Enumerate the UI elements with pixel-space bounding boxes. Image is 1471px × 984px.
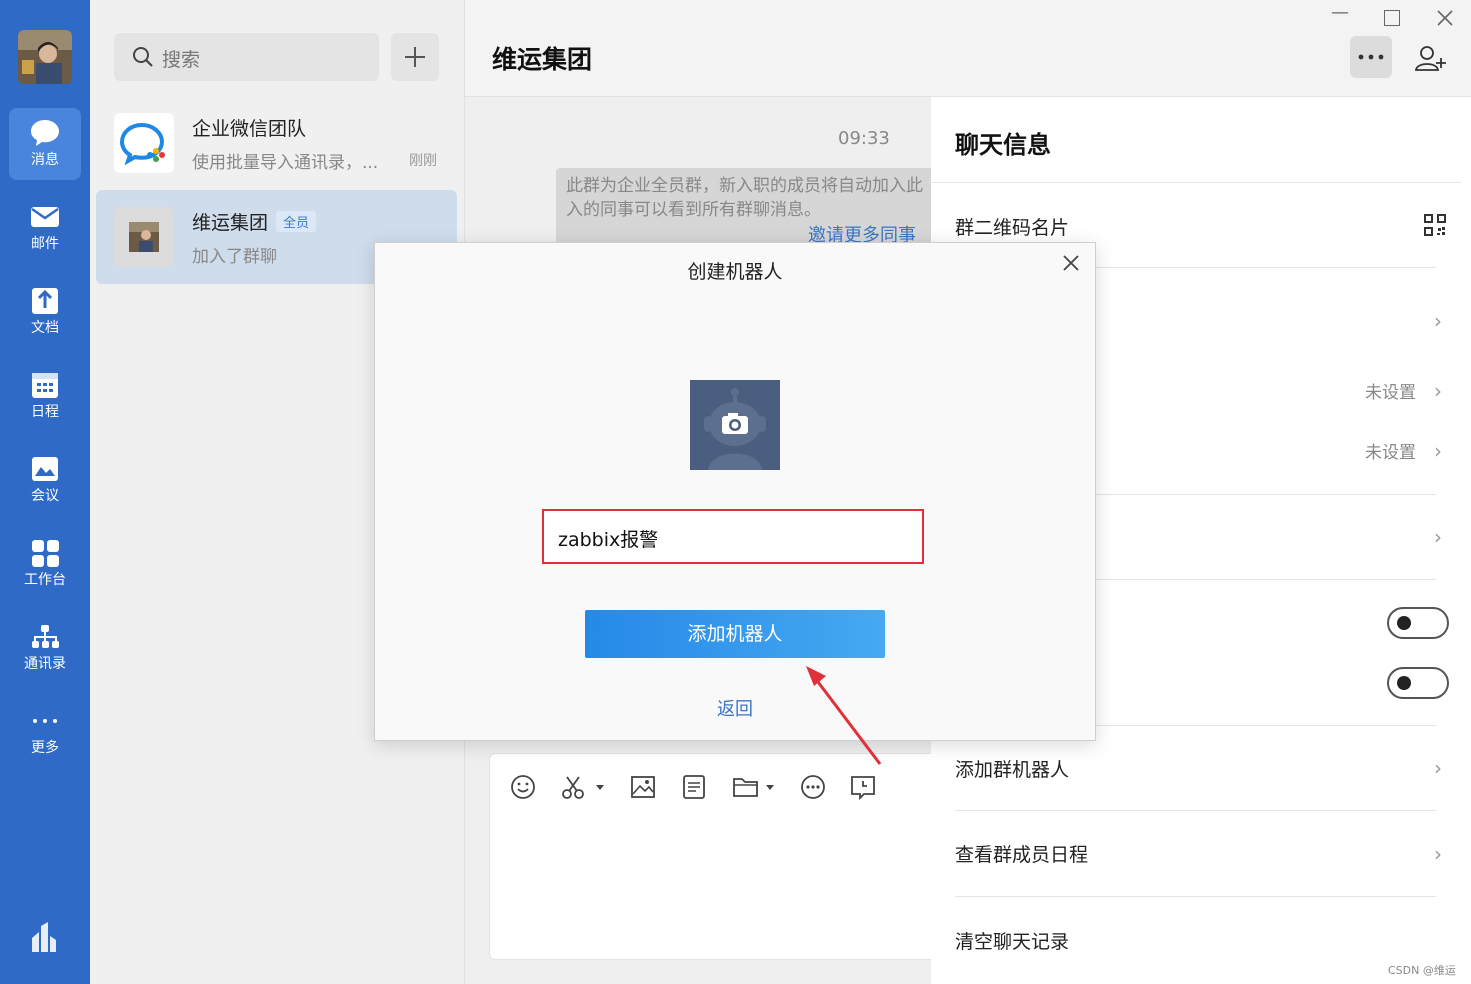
conversation-preview: 使用批量导入通讯录，... xyxy=(192,153,379,173)
toggle-switch-1[interactable] xyxy=(1387,607,1449,639)
conversation-time: 刚刚 xyxy=(409,153,437,169)
back-link-text[interactable]: 返回 xyxy=(717,699,753,720)
toggle-switch-2[interactable] xyxy=(1387,667,1449,699)
calendar-icon xyxy=(32,373,58,398)
nav-label: 消息 xyxy=(31,152,59,168)
document-icon xyxy=(32,288,58,314)
search-placeholder: 搜索 xyxy=(162,49,201,71)
view-member-schedule-item[interactable]: 查看群成员日程 xyxy=(955,840,1088,867)
chat-title: 维运集团 xyxy=(492,45,593,74)
nav-label: 日程 xyxy=(31,404,59,420)
robot-avatar-upload[interactable] xyxy=(690,380,780,470)
stats-icon[interactable] xyxy=(30,922,58,958)
message-composer[interactable] xyxy=(489,753,961,960)
nav-more[interactable]: 更多 xyxy=(9,696,81,768)
more-tools-icon[interactable] xyxy=(800,774,826,800)
chevron-right-icon[interactable]: › xyxy=(1434,309,1442,333)
divider xyxy=(931,182,1461,183)
nav-label: 通讯录 xyxy=(24,656,66,672)
emoji-icon[interactable] xyxy=(510,774,536,800)
qr-code-icon[interactable] xyxy=(1423,213,1447,237)
nav-meetings[interactable]: 会议 xyxy=(9,444,81,516)
close-icon[interactable] xyxy=(1063,255,1079,271)
more-dots-icon xyxy=(1358,54,1384,60)
back-link: 返回 xyxy=(375,695,1095,721)
conversation-preview: 加入了群聊 xyxy=(192,247,277,267)
divider xyxy=(955,896,1436,897)
more-dots-icon xyxy=(33,719,57,723)
group-qr-label[interactable]: 群二维码名片 xyxy=(955,213,1069,240)
search-icon xyxy=(133,47,153,67)
robot-camera-icon xyxy=(690,380,780,470)
chat-header: 维运集团 — xyxy=(465,0,1471,97)
nav-messages[interactable]: 消息 xyxy=(9,108,81,180)
add-member-icon[interactable] xyxy=(1414,44,1448,72)
clear-chat-history-item[interactable]: 清空聊天记录 xyxy=(955,927,1069,954)
info-panel-title: 聊天信息 xyxy=(955,131,1051,159)
unset-value-2: 未设置 xyxy=(1365,443,1416,463)
nav-docs[interactable]: 文档 xyxy=(9,276,81,348)
system-message-line1: 此群为企业全员群，新入职的成员将自动加入此 xyxy=(566,176,923,196)
message-timestamp: 09:33 xyxy=(838,128,890,149)
grid-icon xyxy=(32,540,59,567)
add-robot-button[interactable]: 添加机器人 xyxy=(585,610,885,658)
note-icon[interactable] xyxy=(681,774,707,800)
divider xyxy=(955,810,1436,811)
add-button[interactable] xyxy=(391,33,439,81)
system-message-line2: 入的同事可以看到所有群聊消息。 xyxy=(566,200,821,220)
conversation-name: 维运集团 xyxy=(192,212,269,234)
create-robot-dialog: 创建机器人 zabbix报警 添加机器人 返回 xyxy=(374,242,1096,741)
nav-label: 文档 xyxy=(31,320,59,336)
screenshot-scissors-icon[interactable] xyxy=(560,774,606,800)
nav-label: 更多 xyxy=(31,740,59,756)
schedule-message-icon[interactable] xyxy=(850,774,876,800)
nav-contacts[interactable]: 通讯录 xyxy=(9,612,81,684)
robot-name-input[interactable]: zabbix报警 xyxy=(542,509,924,564)
group-avatar xyxy=(114,207,174,267)
close-window-icon[interactable] xyxy=(1437,10,1453,26)
nav-label: 会议 xyxy=(31,488,59,504)
maximize-icon[interactable] xyxy=(1384,10,1400,26)
chevron-right-icon[interactable]: › xyxy=(1434,439,1442,463)
nav-label: 工作台 xyxy=(24,572,66,588)
meeting-icon xyxy=(32,457,58,481)
robot-name-value: zabbix报警 xyxy=(558,529,659,551)
nav-label: 邮件 xyxy=(31,236,59,252)
user-avatar[interactable] xyxy=(18,30,72,84)
add-group-robot-item[interactable]: 添加群机器人 xyxy=(955,755,1069,782)
chevron-right-icon[interactable]: › xyxy=(1434,525,1442,549)
chevron-right-icon[interactable]: › xyxy=(1434,379,1442,403)
nav-sidebar: 消息 邮件 文档 日程 会议 工作台 通讯录 更多 xyxy=(0,0,90,984)
plus-icon xyxy=(405,47,425,67)
folder-icon[interactable] xyxy=(732,774,778,800)
red-arrow-annotation xyxy=(806,666,882,765)
conversation-name-row: 维运集团 全员 xyxy=(192,208,317,235)
chat-bubble-icon xyxy=(31,120,59,146)
unset-value-1: 未设置 xyxy=(1365,383,1416,403)
search-input[interactable]: 搜索 xyxy=(114,33,379,81)
dialog-title: 创建机器人 xyxy=(687,261,783,283)
chevron-right-icon[interactable]: › xyxy=(1434,756,1442,780)
nav-mail[interactable]: 邮件 xyxy=(9,192,81,264)
minimize-icon[interactable]: — xyxy=(1331,2,1349,23)
nav-calendar[interactable]: 日程 xyxy=(9,360,81,432)
conversation-name: 企业微信团队 xyxy=(192,118,307,140)
nav-workbench[interactable]: 工作台 xyxy=(9,528,81,600)
mail-icon xyxy=(31,207,59,227)
chevron-right-icon[interactable]: › xyxy=(1434,842,1442,866)
all-staff-badge: 全员 xyxy=(276,211,317,232)
more-options-button[interactable] xyxy=(1350,36,1392,78)
conversation-item-wecom-team[interactable]: 企业微信团队 使用批量导入通讯录，... 刚刚 xyxy=(96,96,457,190)
contacts-icon xyxy=(32,625,59,648)
image-icon[interactable] xyxy=(630,774,656,800)
wecom-logo-icon xyxy=(114,113,174,173)
watermark: CSDN @维运 xyxy=(1388,964,1456,977)
